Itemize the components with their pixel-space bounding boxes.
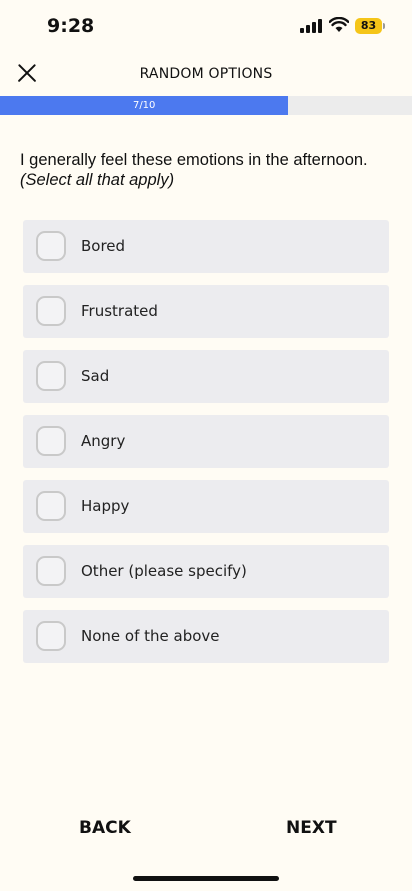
checkbox-icon[interactable]	[36, 426, 66, 456]
battery-icon: 83	[355, 18, 385, 34]
next-button[interactable]: NEXT	[286, 818, 337, 838]
wifi-icon	[329, 17, 349, 32]
status-time: 9:28	[47, 15, 95, 37]
option-angry[interactable]: Angry	[23, 415, 389, 468]
options-list: Bored Frustrated Sad Angry Happy Other (…	[23, 220, 389, 675]
option-label: Bored	[81, 237, 126, 255]
checkbox-icon[interactable]	[36, 231, 66, 261]
home-indicator[interactable]	[133, 876, 279, 881]
question-hint: (Select all that apply)	[20, 171, 175, 189]
option-label: Sad	[81, 367, 110, 385]
checkbox-icon[interactable]	[36, 491, 66, 521]
checkbox-icon[interactable]	[36, 621, 66, 651]
question-text: I generally feel these emotions in the a…	[20, 151, 368, 169]
option-label: Angry	[81, 432, 126, 450]
option-label: None of the above	[81, 627, 220, 645]
signal-icon	[300, 19, 322, 33]
option-bored[interactable]: Bored	[23, 220, 389, 273]
option-label: Happy	[81, 497, 130, 515]
option-other[interactable]: Other (please specify)	[23, 545, 389, 598]
option-happy[interactable]: Happy	[23, 480, 389, 533]
back-button[interactable]: BACK	[79, 818, 131, 838]
option-label: Other (please specify)	[81, 562, 247, 580]
checkbox-icon[interactable]	[36, 296, 66, 326]
progress-label: 7/10	[132, 100, 156, 111]
checkbox-icon[interactable]	[36, 556, 66, 586]
option-label: Frustrated	[81, 302, 158, 320]
page-title: RANDOM OPTIONS	[139, 66, 273, 82]
question: I generally feel these emotions in the a…	[20, 150, 400, 190]
option-sad[interactable]: Sad	[23, 350, 389, 403]
option-frustrated[interactable]: Frustrated	[23, 285, 389, 338]
option-none[interactable]: None of the above	[23, 610, 389, 663]
checkbox-icon[interactable]	[36, 361, 66, 391]
status-bar: 9:28 83	[0, 0, 412, 54]
progress-bar: 7/10	[0, 96, 412, 115]
